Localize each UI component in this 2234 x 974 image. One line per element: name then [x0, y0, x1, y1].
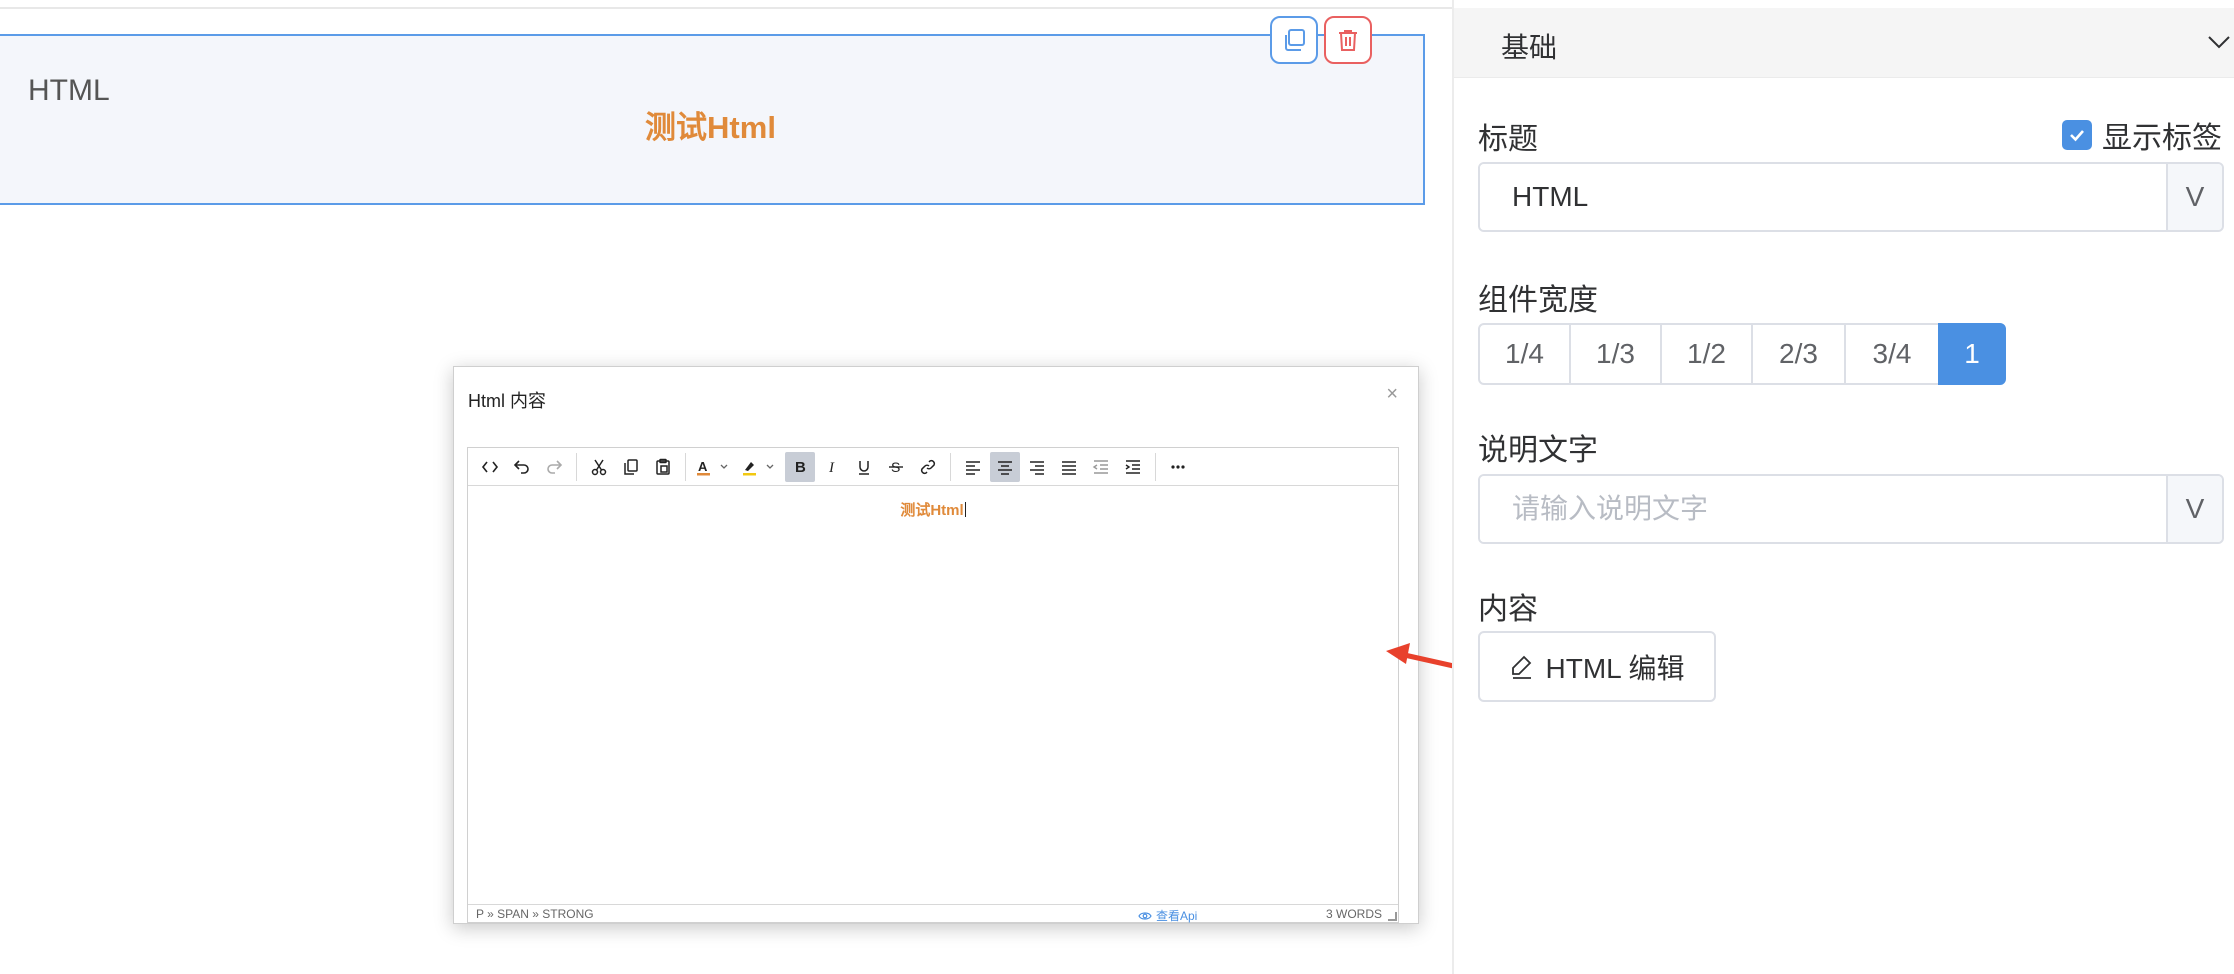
- toolbar-separator: [950, 452, 951, 481]
- width-option-3-4[interactable]: 3/4: [1844, 323, 1940, 385]
- view-api-link[interactable]: 查看Api: [1138, 907, 1197, 924]
- undo-icon[interactable]: [507, 452, 537, 482]
- description-field-label: 说明文字: [1478, 434, 1598, 467]
- html-component[interactable]: HTML 测试Html: [0, 16, 1425, 205]
- view-api-label: 查看Api: [1156, 909, 1198, 923]
- link-icon[interactable]: [913, 452, 943, 482]
- align-center-icon[interactable]: [990, 451, 1020, 482]
- align-left-icon[interactable]: [958, 452, 988, 482]
- copy-icon[interactable]: [616, 452, 646, 482]
- html-edit-button[interactable]: HTML 编辑: [1478, 631, 1716, 702]
- title-field-label: 标题: [1478, 123, 1538, 156]
- title-input[interactable]: [1480, 164, 2166, 230]
- align-right-icon[interactable]: [1022, 452, 1052, 482]
- delete-component-button[interactable]: [1324, 16, 1372, 64]
- bold-icon[interactable]: B: [785, 451, 815, 482]
- properties-panel: 基础 标题 显示标签 V 组件宽度 1/4 1/3 1/2 2/3 3/4 1 …: [1452, 0, 2234, 974]
- html-edit-label: HTML 编辑: [1545, 652, 1685, 684]
- redo-icon[interactable]: [539, 452, 569, 482]
- component-html-content: 测试Html: [645, 110, 776, 145]
- description-input-group: V: [1478, 474, 2224, 544]
- section-title: 基础: [1501, 32, 1558, 63]
- paste-icon[interactable]: [648, 452, 678, 482]
- strikethrough-icon[interactable]: S: [881, 452, 911, 482]
- editor-text-wrap: 测试Html: [468, 499, 1398, 520]
- resize-handle-icon[interactable]: [1388, 912, 1397, 921]
- text-caret: [964, 502, 966, 517]
- cut-icon[interactable]: [584, 452, 614, 482]
- trash-icon: [1339, 30, 1357, 51]
- width-option-2-3[interactable]: 2/3: [1751, 323, 1846, 385]
- source-code-icon[interactable]: [475, 452, 505, 482]
- dialog-title: Html 内容: [468, 391, 546, 411]
- word-count: 3 WORDS: [1325, 907, 1382, 921]
- eye-icon: [1138, 912, 1152, 920]
- title-variable-button[interactable]: V: [2166, 164, 2222, 230]
- width-radio-group: 1/4 1/3 1/2 2/3 3/4 1: [1478, 323, 2006, 385]
- toolbar-separator: [685, 452, 686, 481]
- description-variable-button[interactable]: V: [2166, 476, 2222, 542]
- editor-text: 测试Html: [900, 502, 964, 519]
- indent-icon[interactable]: [1118, 452, 1148, 482]
- chevron-down-icon: [2208, 36, 2230, 49]
- italic-icon[interactable]: I: [817, 452, 847, 482]
- svg-text:B: B: [795, 459, 806, 476]
- highlight-color-icon[interactable]: [739, 452, 783, 482]
- show-label-checkbox[interactable]: 显示标签: [2062, 113, 2222, 157]
- close-icon[interactable]: ×: [1386, 383, 1398, 406]
- width-option-1-2[interactable]: 1/2: [1660, 323, 1753, 385]
- title-input-group: V: [1478, 162, 2224, 232]
- svg-text:A: A: [698, 459, 708, 474]
- width-option-1[interactable]: 1: [1938, 323, 2006, 385]
- html-content-dialog: Html 内容 × A B I S 测试Html P » SPAN » STRO…: [453, 366, 1419, 924]
- editor-toolbar: A B I S: [468, 448, 1398, 486]
- svg-text:I: I: [828, 460, 835, 476]
- outdent-icon[interactable]: [1086, 452, 1116, 482]
- description-input[interactable]: [1480, 476, 2166, 542]
- toolbar-separator: [1155, 452, 1156, 481]
- rich-text-editor: A B I S 测试Html P » SPAN » STRONG 查看Api 3…: [467, 447, 1399, 923]
- basic-section-header[interactable]: 基础: [1454, 8, 2234, 78]
- content-field-label: 内容: [1478, 593, 1538, 626]
- width-option-1-4[interactable]: 1/4: [1478, 323, 1571, 385]
- edit-pencil-icon: [1511, 655, 1531, 679]
- width-field-label: 组件宽度: [1478, 284, 1598, 317]
- underline-icon[interactable]: [849, 452, 879, 482]
- copy-icon: [1285, 29, 1305, 51]
- toolbar-separator: [576, 452, 577, 481]
- checkbox-checked-icon: [2062, 120, 2092, 150]
- align-justify-icon[interactable]: [1054, 452, 1084, 482]
- element-path[interactable]: P » SPAN » STRONG: [476, 907, 594, 921]
- copy-component-button[interactable]: [1270, 16, 1318, 64]
- editor-statusbar: P » SPAN » STRONG 查看Api 3 WORDS: [468, 904, 1398, 924]
- editor-content-area[interactable]: 测试Html: [468, 487, 1398, 905]
- more-icon[interactable]: [1163, 452, 1193, 482]
- font-color-icon[interactable]: A: [693, 452, 737, 482]
- width-option-1-3[interactable]: 1/3: [1569, 323, 1662, 385]
- canvas-divider: [0, 7, 1452, 9]
- show-label-text: 显示标签: [2102, 122, 2222, 155]
